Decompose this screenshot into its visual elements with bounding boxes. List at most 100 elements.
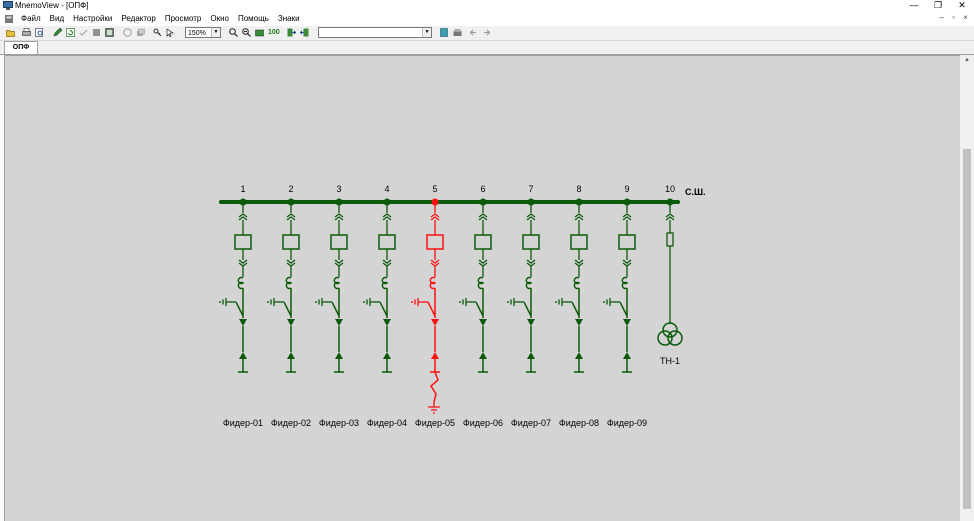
disconnect-plug-icon (382, 259, 392, 267)
cell-number: 6 (480, 184, 485, 194)
disconnect-plug-icon (382, 213, 392, 221)
cable-arrow-down-icon (383, 319, 391, 326)
disconnect-plug-icon (238, 259, 248, 267)
print-preview-icon[interactable] (35, 28, 44, 37)
feeder-cell-5: 5 Фидер-05 (411, 184, 455, 428)
check-icon[interactable] (79, 28, 88, 37)
mdi-minimize-button[interactable]: – (937, 13, 946, 23)
disconnect-plug-icon (665, 213, 675, 221)
import-left-icon[interactable] (300, 28, 309, 37)
cable-arrow-up-icon (335, 352, 343, 359)
feeder-label: Фидер-01 (223, 418, 263, 428)
disconnect-plug-icon (334, 213, 344, 221)
disconnect-plug-icon (574, 213, 584, 221)
disconnect-plug-icon (478, 213, 488, 221)
feeder-cell-4: 4 Фидер-04 (363, 184, 407, 428)
cable-arrow-up-icon (383, 352, 391, 359)
info-icon[interactable] (123, 28, 132, 37)
disconnect-plug-icon (526, 213, 536, 221)
ground-icon (411, 298, 419, 306)
zoom-in-icon[interactable] (229, 28, 238, 37)
print-icon[interactable] (22, 28, 31, 37)
document-system-icon[interactable] (4, 14, 14, 24)
voltage-transformer-cell: 10 ТН-1 (657, 184, 683, 366)
disconnect-plug-icon (622, 213, 632, 221)
document-tab-bar: ОПФ (0, 41, 974, 55)
transformer-winding-icon (662, 322, 678, 338)
scrollbar-thumb[interactable] (963, 149, 971, 509)
scroll-up-icon[interactable]: ▲ (960, 57, 974, 63)
cable-arrow-down-icon (623, 319, 631, 326)
cell-number: 7 (528, 184, 533, 194)
earthing-switch (283, 301, 292, 317)
feeder-label: Фидер-04 (367, 418, 407, 428)
cell-number: 5 (432, 184, 437, 194)
export-right-icon[interactable] (287, 28, 296, 37)
window-maximize-button[interactable]: ❐ (926, 0, 950, 12)
cable-arrow-down-icon (479, 319, 487, 326)
layers-icon[interactable] (136, 28, 145, 37)
zoom-100-button[interactable]: 100 (268, 28, 282, 37)
drawing-canvas[interactable]: С.Ш. 1 Фидер-01 2 Фидер-02 3 Фидер-03 4 Фидер-04… (4, 55, 960, 521)
disconnect-plug-icon (334, 259, 344, 267)
ground-icon (315, 298, 323, 306)
earthing-switch (523, 301, 532, 317)
feeder-cell-7: 7 Фидер-07 (507, 184, 551, 428)
mdi-close-button[interactable]: × (961, 13, 970, 23)
disconnect-plug-icon (286, 213, 296, 221)
window-minimize-button[interactable]: — (902, 0, 926, 12)
menu-preview[interactable]: Просмотр (161, 13, 207, 25)
cell-number: 10 (665, 184, 675, 194)
folders-icon[interactable] (453, 28, 462, 37)
feeder-cell-6: 6 Фидер-06 (459, 184, 503, 428)
earthing-switch (331, 301, 340, 317)
ground-icon (267, 298, 275, 306)
circuit-breaker (282, 234, 300, 250)
circuit-breaker (570, 234, 588, 250)
help-pointer-icon[interactable] (166, 28, 175, 37)
chevron-down-icon[interactable]: ▼ (211, 28, 220, 37)
refresh-icon[interactable] (66, 28, 75, 37)
panel-icon[interactable] (105, 28, 114, 37)
zoom-out-icon[interactable] (242, 28, 251, 37)
cable-arrow-down-icon (575, 319, 583, 326)
mdi-restore-button[interactable]: ▫ (949, 13, 958, 23)
key-icon[interactable] (153, 28, 162, 37)
circuit-breaker (474, 234, 492, 250)
cable-arrow-up-icon (575, 352, 583, 359)
document-copy-icon[interactable] (440, 28, 449, 37)
menu-bar: Файл Вид Настройки Редактор Просмотр Окн… (0, 13, 974, 25)
scheme-select[interactable]: ▼ (318, 27, 432, 38)
chevron-down-icon[interactable]: ▼ (422, 28, 431, 37)
window-close-button[interactable]: ✕ (950, 0, 974, 12)
feeder-cell-1: 1 Фидер-01 (219, 184, 263, 428)
disconnect-plug-icon (238, 213, 248, 221)
window-title: MnemoView - [ОПФ] (15, 1, 89, 10)
tab-opf[interactable]: ОПФ (4, 41, 38, 54)
cell-number: 9 (624, 184, 629, 194)
edit-pencil-icon[interactable] (53, 28, 62, 37)
feeder-label: Фидер-06 (463, 418, 503, 428)
zoom-fit-icon[interactable] (255, 28, 264, 37)
menu-signs[interactable]: Знаки (274, 13, 305, 25)
forward-arrow-icon[interactable] (482, 28, 491, 37)
vertical-scrollbar[interactable]: ▲ (960, 55, 974, 521)
cable-arrow-down-icon (287, 319, 295, 326)
menu-view[interactable]: Вид (46, 13, 69, 25)
cell-number: 8 (576, 184, 581, 194)
bus-label: С.Ш. (685, 187, 706, 197)
open-folder-icon[interactable] (6, 28, 15, 37)
menu-settings[interactable]: Настройки (69, 13, 117, 25)
back-arrow-icon[interactable] (469, 28, 478, 37)
current-transformer (525, 276, 533, 290)
toolbar: 100 (0, 26, 974, 41)
circuit-breaker (234, 234, 252, 250)
single-line-diagram: С.Ш. 1 Фидер-01 2 Фидер-02 3 Фидер-03 4 Фидер-04… (219, 184, 706, 428)
menu-window[interactable]: Окно (206, 13, 234, 25)
cable-arrow-up-icon (287, 352, 295, 359)
zoom-select[interactable]: 150% ▼ (185, 27, 221, 38)
menu-file[interactable]: Файл (17, 13, 46, 25)
stop-icon[interactable] (92, 28, 101, 37)
menu-editor[interactable]: Редактор (117, 13, 160, 25)
menu-help[interactable]: Помощь (234, 13, 274, 25)
